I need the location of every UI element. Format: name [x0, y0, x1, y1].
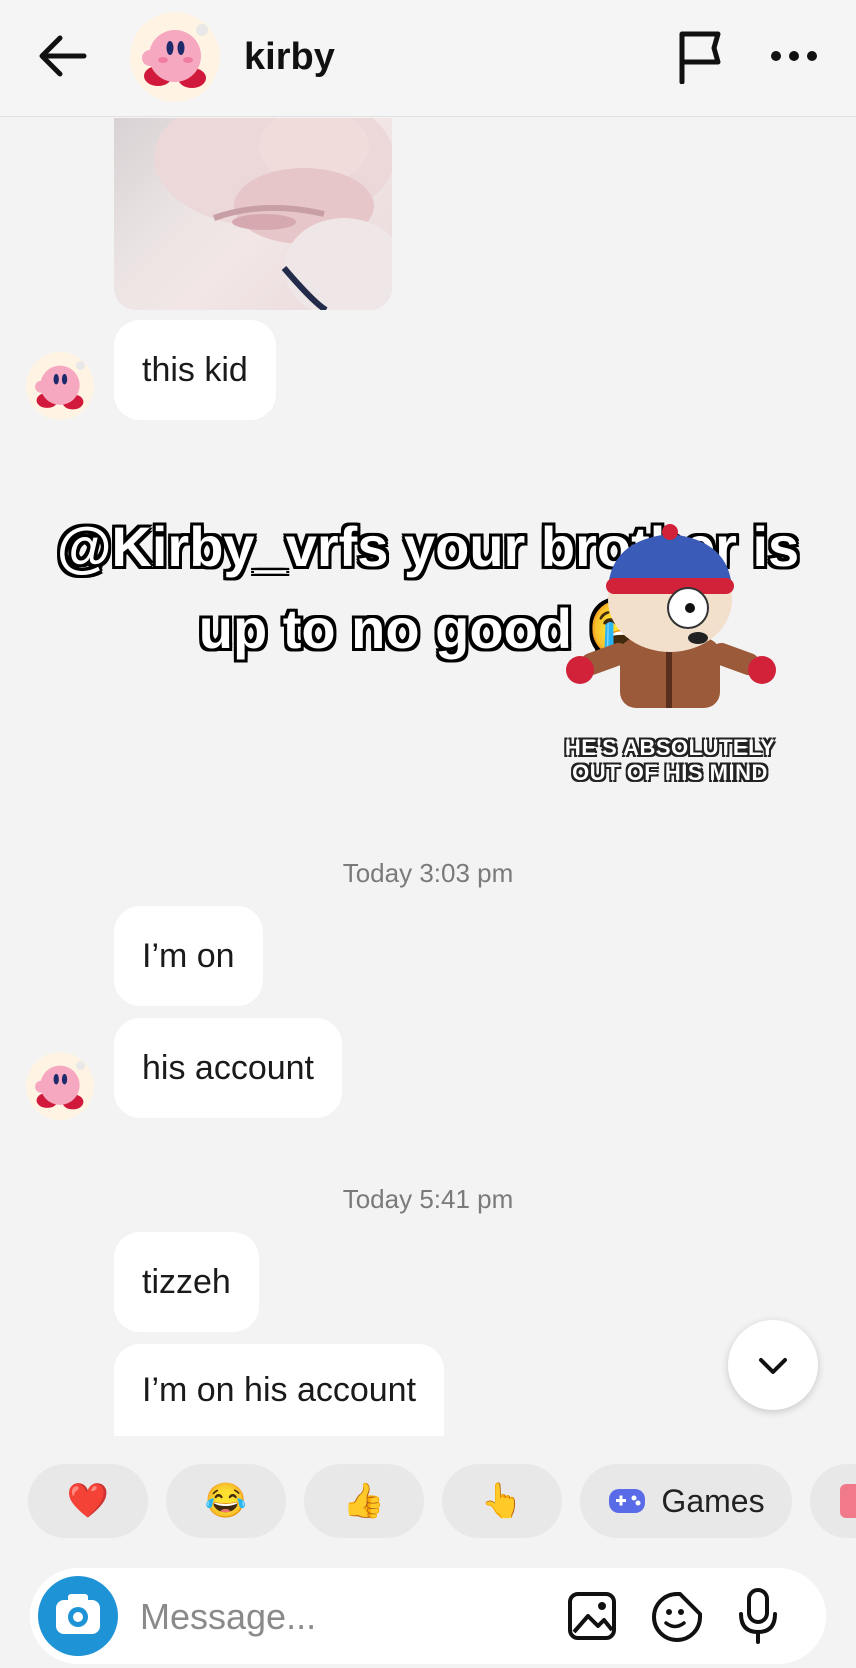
camera-button[interactable] [38, 1576, 118, 1656]
microphone-icon[interactable] [736, 1586, 780, 1646]
gamepad-icon [609, 1489, 646, 1513]
photo-message[interactable] [114, 118, 392, 310]
avatar[interactable] [130, 12, 220, 102]
message-input[interactable] [138, 1590, 502, 1644]
message-bubble[interactable]: this kid [114, 320, 276, 420]
flag-icon[interactable] [674, 28, 726, 85]
games-label: Games [661, 1482, 765, 1519]
message-bubble[interactable]: I’m on [114, 906, 263, 1006]
message-bubble[interactable]: tizzeh [114, 1232, 259, 1332]
chevron-down-icon [759, 1358, 787, 1374]
chat-header: kirby [0, 0, 856, 117]
quick-reaction-heart[interactable]: ❤️ [28, 1464, 148, 1538]
back-arrow-icon[interactable] [34, 30, 90, 82]
timestamp: Today 3:03 pm [342, 858, 514, 888]
message-bubble[interactable]: his account [114, 1018, 342, 1118]
quick-reaction-thumbs-up[interactable]: 👍 [304, 1464, 424, 1538]
quick-reply-more[interactable] [810, 1464, 856, 1538]
timestamp: Today 5:41 pm [342, 1184, 514, 1214]
chat-title[interactable]: kirby [244, 36, 335, 79]
sticker-caption-line: HE'S ABSOLUTELY [564, 735, 776, 760]
sticker-icon[interactable] [650, 1590, 704, 1644]
message-bubble[interactable]: I’m on his account [114, 1344, 445, 1436]
games-button[interactable]: Games [580, 1464, 792, 1538]
scroll-to-bottom-button[interactable] [728, 1320, 818, 1410]
avatar[interactable] [26, 1052, 94, 1120]
quick-reaction-point-up[interactable]: 👆 [442, 1464, 562, 1538]
camera-icon [56, 1594, 100, 1634]
quick-reply-bar: ❤️ 😂 👍 👆 Games [0, 1464, 856, 1540]
gallery-icon[interactable] [566, 1590, 618, 1642]
quick-reaction-laugh[interactable]: 😂 [166, 1464, 286, 1538]
gift-icon [840, 1484, 856, 1518]
message-composer [30, 1568, 826, 1664]
sticker-caption-line: OUT OF HIS MIND [572, 760, 768, 785]
avatar[interactable] [26, 352, 94, 420]
sticker-caption: HE'S ABSOLUTELY OUT OF HIS MIND [540, 735, 800, 785]
more-options-icon[interactable] [766, 38, 822, 74]
